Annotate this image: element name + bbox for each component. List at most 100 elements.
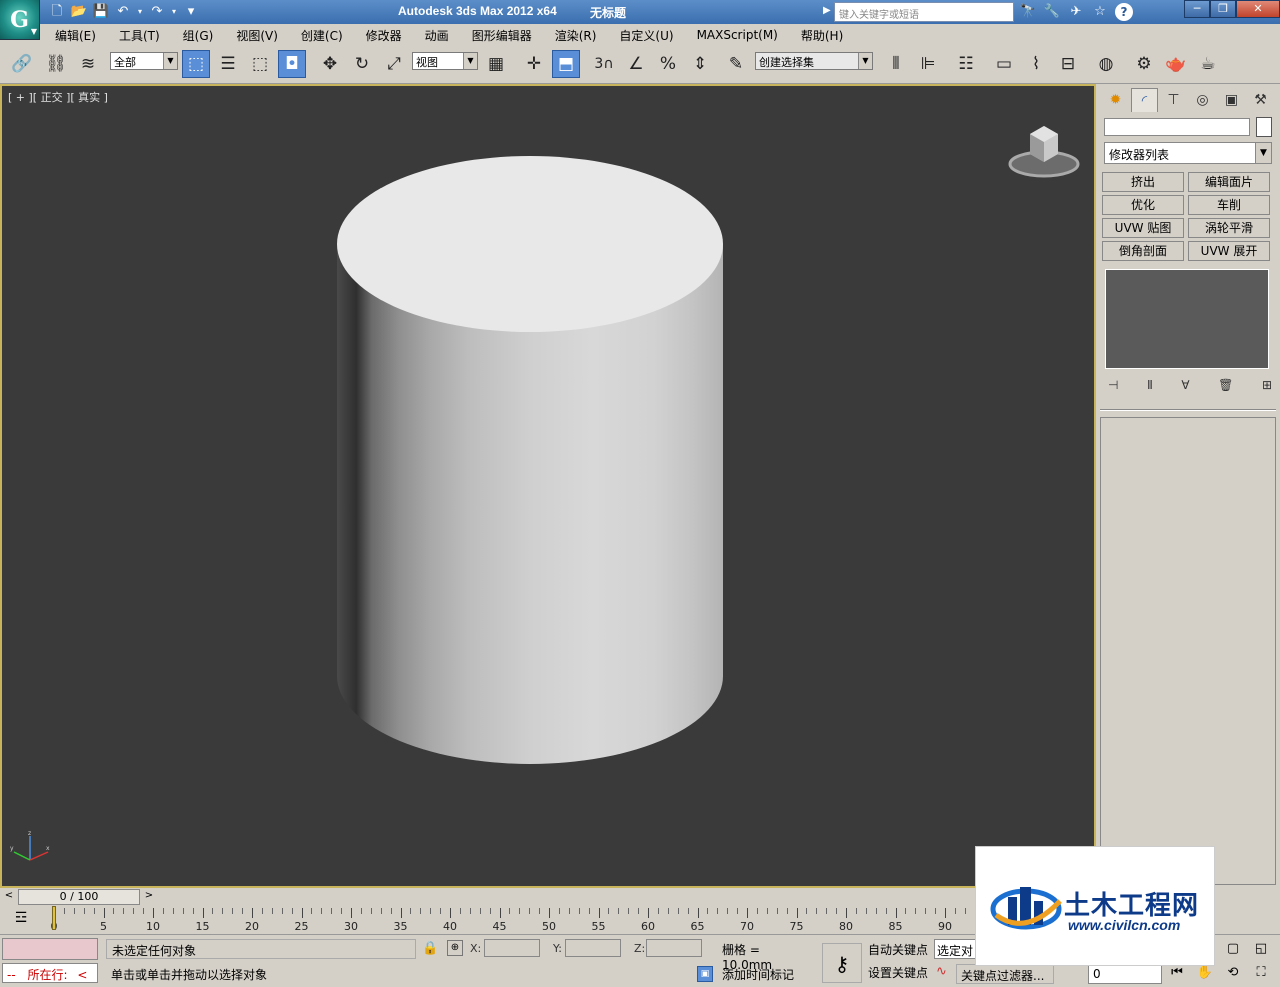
bevel-profile-button[interactable]: 倒角剖面 (1102, 241, 1184, 261)
menu-create[interactable]: 创建(C) (286, 27, 351, 44)
object-name-field[interactable] (1104, 118, 1250, 136)
field-of-view-icon[interactable]: ◱ (1250, 939, 1272, 959)
absolute-mode-icon[interactable]: ⊕ (447, 940, 463, 956)
menu-tools[interactable]: 工具(T) (104, 27, 168, 44)
move-icon[interactable]: ✥ (316, 50, 344, 78)
mirror-icon[interactable]: ⫴ (882, 50, 910, 78)
uvw-map-button[interactable]: UVW 贴图 (1102, 218, 1184, 238)
pan-hand-icon[interactable]: ✋ (1194, 963, 1216, 983)
favorites-icon[interactable]: ☆ (1090, 2, 1110, 22)
key-filters-button[interactable]: 关键点过滤器... (956, 964, 1054, 984)
z-coordinate-field[interactable] (646, 939, 702, 957)
menu-rendering[interactable]: 渲染(R) (540, 27, 605, 44)
snaps-toggle-icon[interactable]: 3 ∩ (590, 50, 618, 78)
y-coordinate-field[interactable] (565, 939, 621, 957)
curve-editor-mini-icon[interactable]: ☲ (10, 910, 32, 928)
undo-icon[interactable]: ↶ (114, 3, 132, 21)
binoculars-icon[interactable]: 🔭 (1018, 2, 1038, 22)
layer-manager-icon[interactable]: ☷ (952, 50, 980, 78)
current-frame-field[interactable]: 0 (1088, 964, 1162, 984)
auto-key-button[interactable]: 自动关键点 (868, 941, 928, 958)
material-editor-icon[interactable]: ◍ (1092, 50, 1120, 78)
selection-filter-combo[interactable]: 全部 ▼ (110, 52, 178, 70)
key-selection-combo[interactable]: 选定对 (934, 939, 978, 959)
select-object-icon[interactable]: ⬚ (182, 50, 210, 78)
menu-help[interactable]: 帮助(H) (786, 27, 851, 44)
new-file-icon[interactable]: 🗋 (48, 3, 66, 21)
modifier-list-dropdown[interactable]: 修改器列表 ▼ (1104, 142, 1272, 164)
timeline-ruler[interactable]: 051015202530354045505560657075808590 (51, 906, 976, 934)
viewport-label[interactable]: [ + ][ 正交 ][ 真实 ] (8, 89, 108, 105)
rectangle-selection-icon[interactable]: ⬚ (246, 50, 274, 78)
subscription-icon[interactable]: 🔧 (1042, 2, 1062, 22)
modifier-stack-view[interactable] (1105, 269, 1269, 369)
angle-snap-icon[interactable]: ∠ (622, 50, 650, 78)
align-icon[interactable]: ⊫ (914, 50, 942, 78)
perspective-viewport[interactable]: [ + ][ 正交 ][ 真实 ] z x y (0, 84, 1096, 888)
open-file-icon[interactable]: 📂 (70, 3, 88, 21)
menu-views[interactable]: 视图(V) (221, 27, 286, 44)
edit-named-selection-icon[interactable]: ✎ (722, 50, 750, 78)
render-production-icon[interactable]: ☕ (1194, 50, 1222, 78)
select-manipulate-icon[interactable]: ✛ (520, 50, 548, 78)
rotate-icon[interactable]: ↻ (348, 50, 376, 78)
schematic-view-icon[interactable]: ⊟ (1054, 50, 1082, 78)
previous-frame-icon[interactable]: < (2, 890, 16, 904)
spinner-snap-icon[interactable]: ⇕ (686, 50, 714, 78)
scale-icon[interactable]: ⤢ (380, 50, 408, 78)
key-icon[interactable]: ⚷ (822, 943, 862, 983)
restore-button[interactable]: ❐ (1210, 0, 1236, 18)
show-end-result-icon[interactable]: Ⅱ (1147, 378, 1153, 394)
rendered-frame-icon[interactable]: 🫖 (1162, 50, 1190, 78)
select-by-name-icon[interactable]: ☰ (214, 50, 242, 78)
render-setup-icon[interactable]: ⚙ (1130, 50, 1158, 78)
maxscript-listener[interactable] (2, 938, 98, 960)
search-input[interactable]: 键入关键字或短语 (834, 2, 1014, 22)
edit-patch-button[interactable]: 编辑面片 (1188, 172, 1270, 192)
add-time-tag-icon[interactable]: ▣ (697, 966, 713, 982)
next-frame-icon[interactable]: > (142, 890, 156, 904)
add-time-tag[interactable]: 添加时间标记 (722, 966, 794, 983)
menu-maxscript[interactable]: MAXScript(M) (682, 28, 786, 42)
reference-coordinate-combo[interactable]: 视图 ▼ (412, 52, 478, 70)
motion-tab-icon[interactable]: ◎ (1189, 88, 1216, 112)
window-crossing-icon[interactable]: ◘ (278, 50, 306, 78)
maximize-toggle-icon[interactable]: ⛶ (1250, 963, 1272, 983)
graphite-ribbon-icon[interactable]: ▭ (990, 50, 1018, 78)
configure-sets-icon[interactable]: ⊞ (1262, 378, 1272, 394)
track-bar[interactable]: ☲ 051015202530354045505560657075808590 (0, 906, 976, 934)
lock-icon[interactable]: 🔒 (422, 941, 438, 956)
menu-edit[interactable]: 编辑(E) (40, 27, 104, 44)
set-key-button[interactable]: 设置关键点 (868, 964, 928, 981)
object-color-swatch[interactable] (1256, 117, 1272, 137)
unlink-icon[interactable]: ⛓ (42, 50, 70, 78)
unwrap-uvw-button[interactable]: UVW 展开 (1188, 241, 1270, 261)
extrude-button[interactable]: 挤出 (1102, 172, 1184, 192)
undo-dropdown-icon[interactable]: ▾ (136, 3, 144, 21)
minimize-button[interactable]: ─ (1184, 0, 1210, 18)
modify-tab-icon[interactable]: ◜ (1131, 88, 1158, 112)
turbosmooth-button[interactable]: 涡轮平滑 (1188, 218, 1270, 238)
app-menu-logo[interactable]: G ▼ (0, 0, 40, 40)
customize-qa-icon[interactable]: ▾ (182, 3, 200, 21)
percent-snap-icon[interactable]: % (654, 50, 682, 78)
viewcube-icon[interactable] (1006, 120, 1082, 180)
cylinder-object[interactable] (334, 156, 726, 768)
help-icon[interactable]: ? (1114, 2, 1134, 22)
keyboard-shortcut-override-icon[interactable]: ⬒ (552, 50, 580, 78)
pivot-center-icon[interactable]: ▦ (482, 50, 510, 78)
optimize-button[interactable]: 优化 (1102, 195, 1184, 215)
menu-modifiers[interactable]: 修改器 (351, 27, 410, 44)
pin-stack-icon[interactable]: ⊣ (1108, 378, 1118, 394)
menu-group[interactable]: 组(G) (168, 27, 222, 44)
menu-customize[interactable]: 自定义(U) (604, 27, 681, 44)
go-to-start-icon[interactable]: ⏮ (1166, 963, 1188, 983)
time-slider[interactable]: < 0 / 100 > (0, 888, 976, 906)
named-selection-combo[interactable]: 创建选择集 ▼ (755, 52, 873, 70)
utilities-tab-icon[interactable]: ⚒ (1247, 88, 1274, 112)
x-coordinate-field[interactable] (484, 939, 540, 957)
make-unique-icon[interactable]: ∀ (1181, 378, 1189, 394)
close-button[interactable]: ✕ (1236, 0, 1280, 18)
hierarchy-tab-icon[interactable]: ⊤ (1160, 88, 1187, 112)
create-tab-icon[interactable]: ✹ (1102, 88, 1129, 112)
